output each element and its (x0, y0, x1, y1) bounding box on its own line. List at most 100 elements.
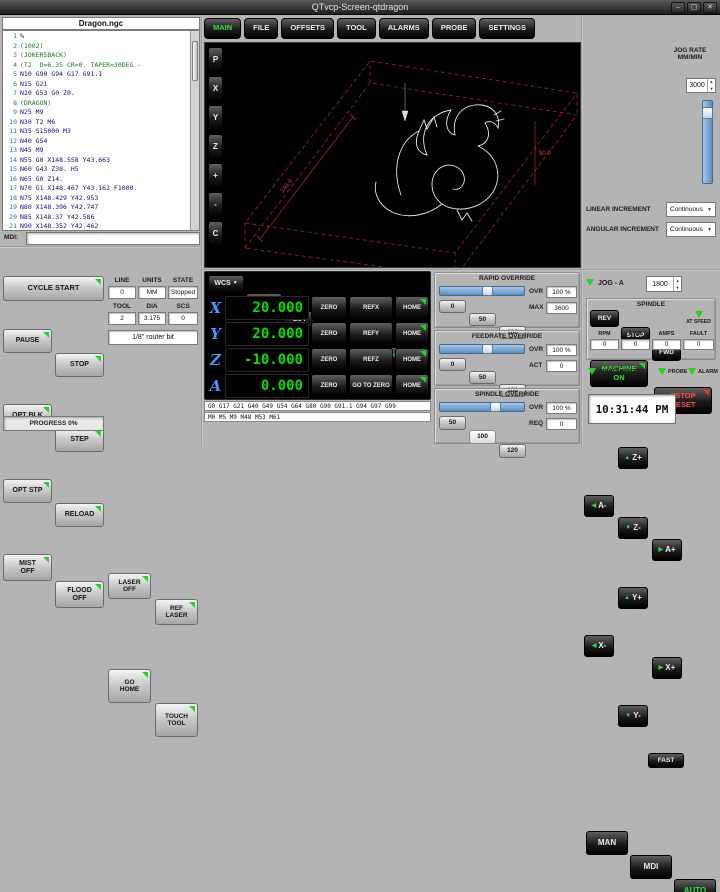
jog-a-minus-button[interactable]: ◀A- (584, 495, 614, 517)
gcode-line[interactable]: 11 N35 S15000 M3 (3, 127, 190, 137)
jog-x-plus-button[interactable]: ▶X+ (652, 657, 682, 679)
angular-increment-combo[interactable]: Continuous ▼ (666, 222, 716, 237)
spin-down-icon[interactable]: ▼ (708, 86, 715, 93)
gcode-line[interactable]: 4 (T2 D=6.35 CR=0. TAPER=30DEG - (3, 61, 190, 71)
jog-a-plus-button[interactable]: ▶A+ (652, 539, 682, 561)
mode-auto-button[interactable]: AUTO (674, 879, 716, 892)
gcode-line[interactable]: 5 N10 G90 G94 G17 G91.1 (3, 70, 190, 80)
cycle-start-button[interactable]: CYCLE START (3, 276, 104, 301)
ref-laser-button[interactable]: REF LASER (155, 599, 198, 625)
gcode-line[interactable]: 8 (DRAGON) (3, 99, 190, 109)
gcode-line[interactable]: 7 N20 G53 G0 Z0. (3, 89, 190, 99)
zero-axis-button[interactable]: ZERO (311, 296, 347, 320)
splitter-left[interactable] (201, 15, 203, 446)
gcode-scrollbar[interactable] (190, 31, 199, 230)
spindle-reverse-button[interactable]: REV (590, 310, 619, 327)
tab[interactable]: FILE (244, 18, 278, 39)
mist-button[interactable]: MIST OFF (3, 554, 52, 581)
feed-preset-button[interactable]: 0 (439, 358, 466, 371)
gcode-line[interactable]: 1 % (3, 32, 190, 42)
view-button[interactable]: X (208, 76, 223, 102)
tab[interactable]: TOOL (337, 18, 376, 39)
zero-axis-button[interactable]: ZERO (311, 322, 347, 346)
gcode-line[interactable]: 9 N25 M9 (3, 108, 190, 118)
minimize-icon[interactable]: – (671, 2, 685, 13)
gcode-line[interactable]: 21 N90 X148.352 Y42.462 (3, 222, 190, 231)
spindle-preset-button[interactable]: 100 (469, 430, 496, 444)
splitter-right[interactable] (581, 15, 583, 446)
slider-handle[interactable] (482, 344, 493, 354)
view-button[interactable]: - (208, 192, 223, 218)
stop-button[interactable]: STOP (55, 353, 104, 377)
view-button[interactable]: + (208, 163, 223, 189)
jog-y-minus-button[interactable]: ▼Y- (618, 705, 648, 727)
rapid-preset-button[interactable]: 0 (439, 300, 466, 313)
home-axis-button[interactable]: HOME (395, 322, 429, 346)
gcode-line[interactable]: 18 N75 X148.429 Y42.953 (3, 194, 190, 204)
ref-axis-button[interactable]: GO TO ZERO (349, 374, 393, 398)
gcode-line[interactable]: 3 (JOKERSBACK) (3, 51, 190, 61)
home-axis-button[interactable]: HOME (395, 348, 429, 372)
ref-axis-button[interactable]: REFZ (349, 348, 393, 372)
pause-button[interactable]: PAUSE (3, 329, 52, 353)
spindle-preset-button[interactable]: 120 (499, 444, 526, 458)
tab[interactable]: SETTINGS (479, 18, 535, 39)
jog-x-minus-button[interactable]: ◀X- (584, 635, 614, 657)
gcode-line[interactable]: 17 N70 G1 X148.467 Y43.162 F1000. (3, 184, 190, 194)
laser-button[interactable]: LASER OFF (108, 573, 151, 599)
spinner-arrows[interactable]: ▲▼ (707, 79, 715, 92)
maximize-icon[interactable]: ▢ (687, 2, 701, 13)
gremlin-preview[interactable]: 140.0 90.0 P X Y Z + - (204, 42, 581, 268)
spin-up-icon[interactable]: ▲ (674, 277, 681, 284)
spinner-arrows[interactable]: ▲▼ (673, 277, 681, 291)
mode-manual-button[interactable]: MAN (586, 831, 628, 855)
jog-rate-slider[interactable] (702, 100, 713, 184)
view-button[interactable]: Y (208, 105, 223, 131)
wcs-button[interactable]: WCS ▼ (208, 275, 244, 293)
touch-tool-button[interactable]: TOUCH TOOL (155, 703, 198, 737)
feed-override-slider[interactable] (439, 344, 525, 354)
jog-a-rate-spinbox[interactable]: 1800 ▲▼ (646, 276, 682, 292)
gcode-line[interactable]: 16 N65 G0 Z14. (3, 175, 190, 185)
tab[interactable]: OFFSETS (281, 18, 334, 39)
go-home-button[interactable]: GO HOME (108, 669, 151, 703)
gcode-line[interactable]: 20 N85 X148.37 Y42.586 (3, 213, 190, 223)
gcode-line[interactable]: 15 N60 G43 Z38. H5 (3, 165, 190, 175)
slider-handle[interactable] (702, 107, 713, 119)
slider-handle[interactable] (482, 286, 493, 296)
view-button[interactable]: P (208, 47, 223, 73)
jog-z-minus-button[interactable]: ▼Z- (618, 517, 648, 539)
feed-preset-button[interactable]: 50 (469, 371, 496, 384)
gcode-line[interactable]: 19 N80 X148.396 Y42.747 (3, 203, 190, 213)
slider-handle[interactable] (490, 402, 501, 412)
flood-button[interactable]: FLOOD OFF (55, 581, 104, 608)
jog-fast-button[interactable]: FAST (648, 753, 684, 768)
rapid-override-slider[interactable] (439, 286, 525, 296)
tab[interactable]: ALARMS (379, 18, 429, 39)
scrollbar-thumb[interactable] (192, 41, 198, 81)
view-button[interactable]: Z (208, 134, 223, 160)
view-button[interactable]: C (208, 221, 223, 247)
spindle-preset-button[interactable]: 50 (439, 416, 466, 430)
tab[interactable]: PROBE (432, 18, 477, 39)
jog-z-plus-button[interactable]: ▲Z+ (618, 447, 648, 469)
zero-axis-button[interactable]: ZERO (311, 348, 347, 372)
gcode-line[interactable]: 10 N30 T2 M6 (3, 118, 190, 128)
spindle-override-slider[interactable] (439, 402, 525, 412)
linear-increment-combo[interactable]: Continuous ▼ (666, 202, 716, 217)
gcode-line[interactable]: 14 N55 G0 X148.558 Y43.663 (3, 156, 190, 166)
tab[interactable]: MAIN (204, 18, 241, 39)
home-axis-button[interactable]: HOME (395, 296, 429, 320)
jog-rate-spinbox[interactable]: 3000 ▲▼ (686, 78, 716, 93)
gcode-line[interactable]: 2 (1002) (3, 42, 190, 52)
mdi-input[interactable] (26, 232, 200, 245)
reload-button[interactable]: RELOAD (55, 503, 104, 527)
close-icon[interactable]: ✕ (703, 2, 717, 13)
gcode-line[interactable]: 6 N15 G21 (3, 80, 190, 90)
gcode-line[interactable]: 13 N45 M9 (3, 146, 190, 156)
ref-axis-button[interactable]: REFY (349, 322, 393, 346)
step-button[interactable]: STEP (55, 428, 104, 452)
rapid-preset-button[interactable]: 50 (469, 313, 496, 326)
mode-mdi-button[interactable]: MDI (630, 855, 672, 879)
jog-y-plus-button[interactable]: ▲Y+ (618, 587, 648, 609)
